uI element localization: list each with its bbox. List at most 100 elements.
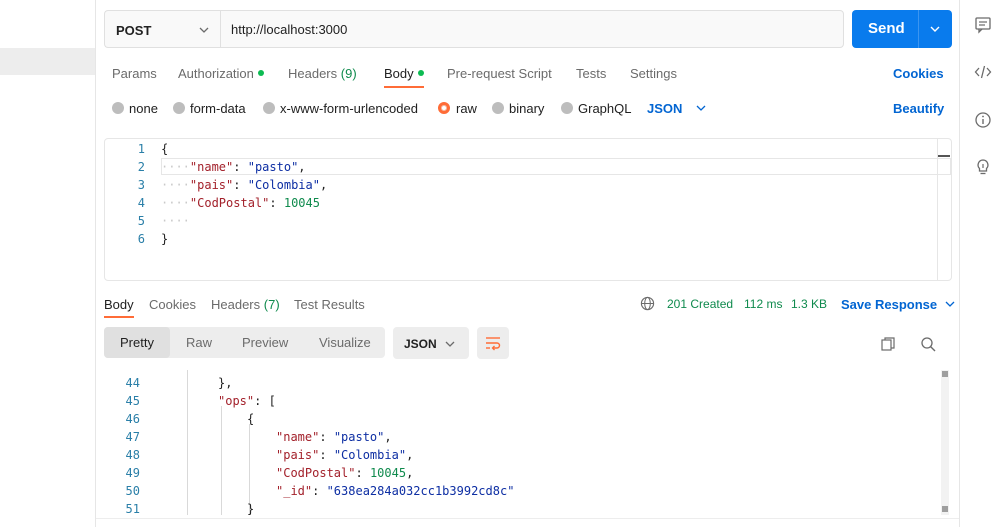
body-format-label: JSON [647,101,683,116]
line-number: 47 [125,430,140,444]
json-end: , [298,160,306,174]
response-time[interactable]: 112 ms [744,297,782,311]
url-input[interactable]: http://localhost:3000 [220,10,844,48]
scroll-up-arrow[interactable] [942,371,948,377]
radio-binary[interactable] [492,102,504,114]
json-end: , [384,430,392,444]
line-number: 44 [125,376,140,390]
code-line: ····"name": "pasto", [161,160,306,174]
code-line: } [161,232,169,246]
json-sep: : [269,196,284,210]
method-select[interactable]: POST [104,10,220,48]
cookies-link[interactable]: Cookies [893,66,944,81]
active-response-tab-indicator [104,316,134,318]
tab-headers[interactable]: Headers (9) [288,66,357,81]
tab-body-label: Body [384,66,414,81]
view-mode-pretty[interactable]: Pretty [120,335,154,350]
tab-body[interactable]: Body [384,66,424,81]
comment-icon[interactable] [974,16,992,34]
json-end: , [319,178,328,192]
response-tab-cookies[interactable]: Cookies [149,297,196,312]
json-sep: : [312,484,327,498]
json-key: "_id" [276,484,313,498]
tab-headers-count: (9) [340,66,357,81]
tab-params[interactable]: Params [112,66,157,81]
response-body-viewer[interactable]: 44 45 46 47 48 49 50 51 }, "ops": [ { "n… [96,370,952,515]
json-key: "ops" [218,394,255,408]
status-dot [257,70,264,76]
request-body-editor[interactable]: 1 2 3 4 5 6 { ····"name": "pasto", ····"… [104,138,952,281]
save-response-label: Save Response [841,297,938,312]
json-sep: : [233,178,248,192]
response-tab-headers-count: (7) [263,297,280,312]
line-number: 6 [137,232,145,246]
indent-guide [221,406,222,515]
save-response-button[interactable]: Save Response [841,297,955,312]
info-icon[interactable] [974,111,992,129]
send-button[interactable]: Send [852,10,952,48]
status-code[interactable]: 201 Created [667,297,733,311]
response-tab-body[interactable]: Body [104,297,134,312]
tab-settings[interactable]: Settings [630,66,677,81]
radio-graphql-label: GraphQL [578,101,632,116]
body-format-select[interactable]: JSON [647,101,706,116]
radio-x-www-form-urlencoded[interactable] [263,102,275,114]
response-format-label: JSON [404,337,437,351]
response-tab-headers[interactable]: Headers (7) [211,297,280,312]
wrap-lines-button[interactable] [477,327,509,359]
status-bar [96,518,959,527]
response-scrollbar[interactable] [941,370,949,515]
chevron-down-icon [696,105,706,111]
json-key: "CodPostal" [189,196,270,210]
line-number: 50 [125,484,140,498]
view-mode-preview[interactable]: Preview [242,335,288,350]
search-icon[interactable] [920,336,936,352]
view-mode-raw[interactable]: Raw [186,335,212,350]
editor-scrollbar[interactable] [937,139,938,280]
code-line: "_id": "638ea284a032cc1b3992cd8c" [276,484,514,498]
chevron-down-icon [199,27,209,33]
code-line: "CodPostal": 10045, [276,466,413,480]
code-line: ···· [161,214,190,228]
lightbulb-icon[interactable] [974,158,992,176]
code-line: ····"pais": "Colombia", [161,178,328,192]
radio-form-data[interactable] [173,102,185,114]
tab-tests[interactable]: Tests [576,66,606,81]
chevron-down-icon [445,341,455,347]
json-key: "pais" [276,448,320,462]
line-number: 1 [137,142,145,156]
response-format-select[interactable]: JSON [393,327,469,359]
scroll-marker [938,155,950,157]
tab-authorization[interactable]: Authorization [178,66,264,81]
scroll-down-arrow[interactable] [942,506,948,512]
radio-none-label: none [129,101,158,116]
response-tab-headers-label: Headers [211,297,261,312]
beautify-link[interactable]: Beautify [893,101,944,116]
send-options-chevron-icon[interactable] [930,24,940,34]
copy-icon[interactable] [880,336,896,352]
code-line: { [247,412,255,426]
code-line: } [247,502,255,515]
globe-icon[interactable] [640,296,655,311]
radio-raw[interactable] [438,102,450,114]
json-sep: : [233,160,248,174]
tab-pre-request-script[interactable]: Pre-request Script [447,66,552,81]
json-sep: : [319,430,334,444]
code-line: "ops": [ [218,394,276,408]
chevron-down-icon [945,301,955,307]
response-tab-test-results[interactable]: Test Results [294,297,365,312]
response-size[interactable]: 1.3 KB [791,297,827,311]
view-mode-control: Pretty Raw Preview Visualize [104,327,385,358]
view-mode-visualize[interactable]: Visualize [319,335,371,350]
sidebar-selected-item[interactable] [0,48,95,75]
json-key: "name" [276,430,320,444]
line-number: 46 [125,412,140,426]
line-number: 45 [125,394,140,408]
code-line: { [161,142,169,156]
code-line: ····"CodPostal": 10045 [161,196,320,210]
method-label: POST [116,23,152,38]
code-icon[interactable] [974,63,992,81]
radio-graphql[interactable] [561,102,573,114]
radio-none[interactable] [112,102,124,114]
json-sep: : [355,466,370,480]
